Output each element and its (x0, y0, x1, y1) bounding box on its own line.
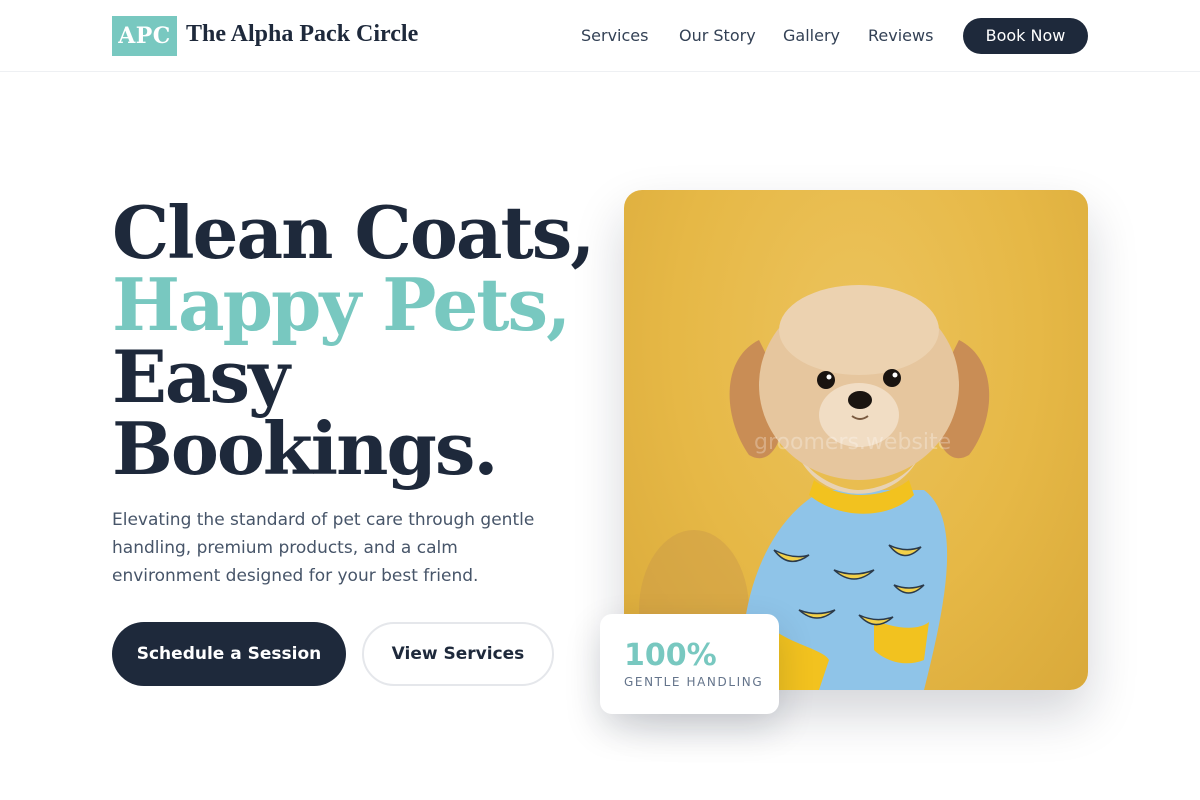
stat-value: 100% (624, 638, 717, 673)
hero-headline: Clean Coats, Happy Pets, Easy Bookings. (112, 190, 595, 491)
hero-description: Elevating the standard of pet care throu… (112, 510, 535, 586)
headline-line-4: Bookings. (112, 406, 498, 491)
headline-line-3: Easy (112, 334, 290, 419)
logo-mark[interactable]: APC (112, 16, 177, 56)
nav-link-reviews[interactable]: Reviews (868, 26, 933, 45)
schedule-session-button[interactable]: Schedule a Session (112, 622, 346, 686)
brand-name[interactable]: The Alpha Pack Circle (186, 21, 418, 48)
nav-link-services[interactable]: Services (581, 26, 648, 45)
headline-line-2: Happy Pets, (112, 262, 571, 347)
view-services-button[interactable]: View Services (362, 622, 554, 686)
stat-label: GENTLE HANDLING (624, 675, 764, 689)
nav-link-our-story[interactable]: Our Story (679, 26, 756, 45)
nav-link-gallery[interactable]: Gallery (783, 26, 840, 45)
site-header: APC The Alpha Pack Circle Services Our S… (0, 0, 1200, 72)
stat-card: 100% GENTLE HANDLING (600, 614, 779, 714)
headline-line-1: Clean Coats, (112, 190, 595, 275)
book-now-button[interactable]: Book Now (963, 18, 1088, 54)
image-watermark: groomers.website (754, 430, 952, 455)
